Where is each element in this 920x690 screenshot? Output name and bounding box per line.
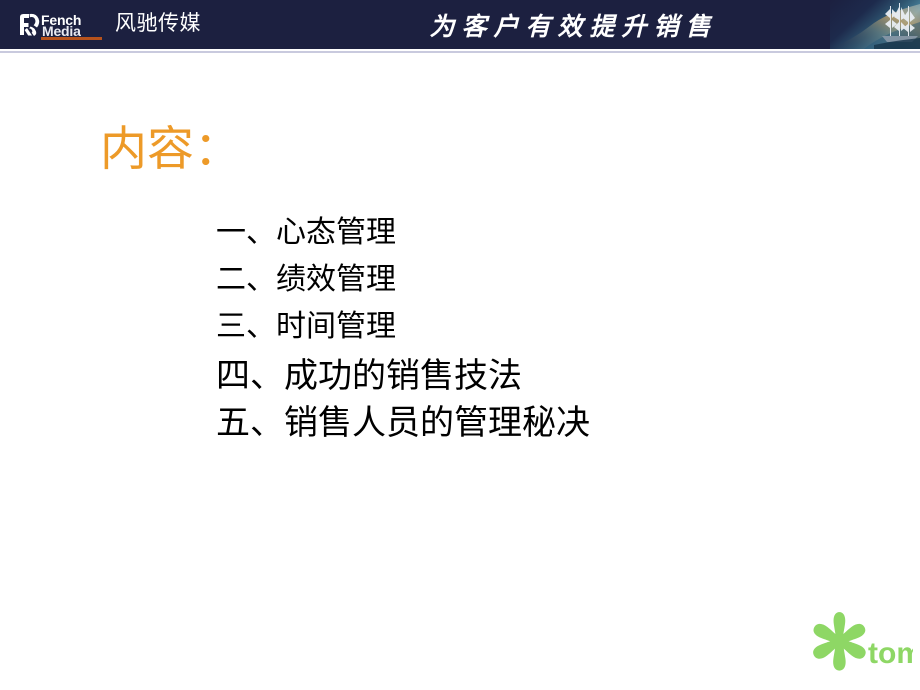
slide-header-bar: Fench Media 风驰传媒 为客户有效提升销售: [0, 0, 920, 49]
list-item-label: 成功的销售技法: [284, 356, 522, 396]
list-item-number: 三、: [216, 309, 276, 344]
list-item: 二、绩效管理: [216, 265, 836, 295]
fench-media-wordmark: Fench Media: [41, 8, 105, 42]
brand-logo-group: Fench Media 风驰传媒: [14, 0, 201, 49]
presentation-slide: Fench Media 风驰传媒 为客户有效提升销售 内容： 一、心态管理 二、…: [0, 0, 920, 690]
tom-logo: tom: [805, 608, 913, 684]
list-item-label: 心态管理: [276, 215, 396, 250]
list-item: 四、成功的销售技法: [216, 359, 836, 393]
logo-underline-rule: [41, 36, 102, 40]
sailing-ship-icon: [830, 0, 920, 49]
list-item-label: 销售人员的管理秘决: [284, 403, 590, 443]
list-item-number: 二、: [216, 262, 276, 297]
list-item: 五、销售人员的管理秘决: [216, 406, 836, 440]
tom-wordmark: tom: [868, 637, 913, 670]
list-item: 三、时间管理: [216, 312, 836, 342]
header-slogan: 为客户有效提升销售: [429, 11, 718, 41]
contents-list: 一、心态管理 二、绩效管理 三、时间管理 四、成功的销售技法 五、销售人员的管理…: [216, 218, 836, 453]
list-item-number: 五、: [216, 403, 284, 443]
page-title: 内容：: [100, 122, 241, 177]
list-item-label: 绩效管理: [276, 262, 396, 297]
list-item: 一、心态管理: [216, 218, 836, 248]
list-item-label: 时间管理: [276, 309, 396, 344]
list-item-number: 四、: [216, 356, 284, 396]
list-item-number: 一、: [216, 215, 276, 250]
logo-text-media: Media: [42, 22, 81, 39]
header-separator-line: [0, 51, 920, 53]
asterisk-flower-icon: [813, 612, 866, 671]
brand-company-name-cn: 风驰传媒: [115, 11, 201, 35]
